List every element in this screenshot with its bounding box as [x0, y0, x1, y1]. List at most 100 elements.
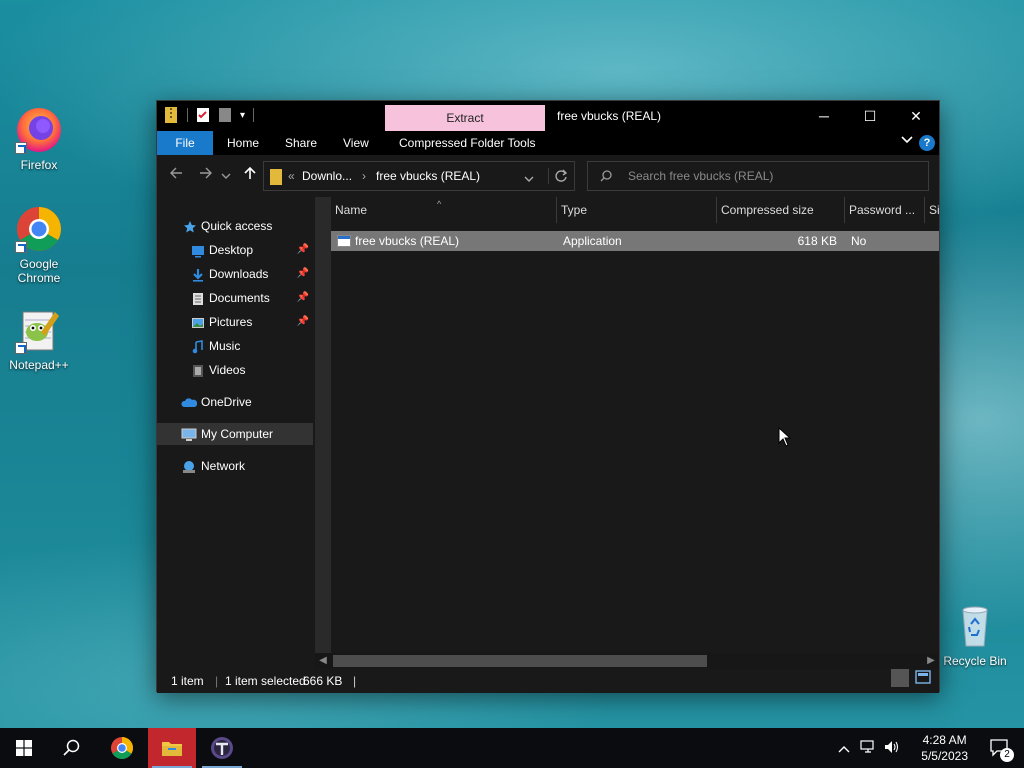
chrome-icon — [15, 205, 63, 253]
scroll-right-icon[interactable]: ▶ — [923, 653, 939, 669]
notification-badge: 2 — [1000, 748, 1014, 762]
column-header-compressed-size[interactable]: Compressed size — [717, 197, 845, 223]
pin-icon: 📌 — [296, 244, 309, 255]
computer-icon — [181, 427, 197, 441]
nav-videos[interactable]: Videos — [157, 359, 313, 381]
file-password: No — [851, 234, 867, 248]
system-tray — [838, 728, 900, 768]
tab-home[interactable]: Home — [217, 131, 269, 155]
column-header-password[interactable]: Password ... — [845, 197, 925, 223]
taskbar-chrome[interactable] — [98, 728, 146, 768]
zip-folder-icon — [165, 107, 179, 123]
recycle-bin-icon — [951, 602, 999, 650]
taskbar-app[interactable] — [198, 728, 246, 768]
show-hidden-icons-icon[interactable] — [838, 741, 850, 756]
nav-onedrive[interactable]: OneDrive — [157, 391, 313, 413]
desktop-icon-firefox[interactable]: Firefox — [1, 106, 77, 172]
desktop-folder-icon — [191, 243, 205, 258]
help-icon[interactable]: ? — [919, 135, 935, 151]
documents-icon — [191, 291, 205, 305]
customize-qat-icon[interactable]: ▾ — [240, 110, 245, 121]
breadcrumb-separator-icon: › — [362, 169, 366, 183]
nav-my-computer[interactable]: My Computer — [157, 423, 313, 445]
desktop-icon-chrome[interactable]: Google Chrome — [1, 205, 77, 285]
taskbar: 4:28 AM 5/5/2023 2 — [0, 728, 1024, 768]
address-dropdown-icon[interactable] — [524, 172, 534, 186]
nav-label: Downloads — [209, 267, 269, 281]
address-bar[interactable]: « Downlo... › free vbucks (REAL) — [263, 161, 575, 191]
nav-label: Documents — [209, 291, 270, 305]
taskbar-clock[interactable]: 4:28 AM 5/5/2023 — [921, 732, 968, 764]
tab-file[interactable]: File — [157, 131, 213, 155]
up-button[interactable] — [239, 166, 261, 186]
properties-icon[interactable] — [196, 107, 210, 123]
tab-view[interactable]: View — [333, 131, 379, 155]
download-icon — [191, 267, 205, 282]
column-header-size[interactable]: Si — [925, 197, 939, 223]
search-icon — [600, 170, 612, 182]
sort-ascending-icon: ^ — [437, 199, 442, 209]
pane-splitter[interactable] — [315, 197, 331, 661]
new-folder-icon[interactable] — [218, 107, 232, 123]
horizontal-scrollbar[interactable]: ◀ ▶ — [315, 653, 939, 669]
scroll-left-icon[interactable]: ◀ — [315, 653, 331, 669]
breadcrumb-downloads[interactable]: Downlo... — [302, 162, 352, 190]
back-button[interactable] — [165, 166, 187, 186]
nav-label: My Computer — [201, 427, 274, 441]
close-button[interactable]: ✕ — [893, 101, 939, 131]
table-row[interactable]: free vbucks (REAL) Application 618 KB No — [331, 231, 939, 251]
column-header-name[interactable]: ^ Name — [331, 197, 557, 223]
context-tab-extract[interactable]: Extract — [385, 105, 545, 131]
desktop-icon-label: Firefox — [20, 158, 58, 172]
status-size: 666 KB — [303, 674, 343, 688]
maximize-button[interactable]: ☐ — [847, 101, 893, 131]
search-box[interactable]: Search free vbucks (REAL) — [587, 161, 929, 191]
large-icons-view-icon[interactable] — [915, 669, 933, 687]
tab-compressed-folder-tools[interactable]: Compressed Folder Tools — [389, 131, 546, 155]
taskbar-file-explorer[interactable] — [148, 728, 196, 768]
file-list: ^ Name Type Compressed size Password ...… — [331, 197, 939, 661]
nav-downloads[interactable]: Downloads 📌 — [157, 263, 313, 285]
window-title: free vbucks (REAL) — [557, 109, 662, 123]
desktop-icon-label: Google Chrome — [17, 257, 61, 285]
desktop-icon-label: Notepad++ — [9, 358, 69, 372]
desktop-icon-notepadpp[interactable]: Notepad++ — [1, 306, 77, 372]
desktop-icon-recycle-bin[interactable]: Recycle Bin — [937, 602, 1013, 668]
nav-documents[interactable]: Documents 📌 — [157, 287, 313, 309]
forward-button[interactable] — [195, 166, 217, 186]
search-button[interactable] — [48, 728, 96, 768]
nav-quick-access[interactable]: Quick access — [157, 215, 313, 237]
file-type: Application — [563, 234, 622, 248]
videos-icon — [191, 363, 205, 377]
expand-ribbon-icon[interactable] — [901, 135, 913, 148]
action-center-button[interactable]: 2 — [976, 728, 1024, 768]
nav-desktop[interactable]: Desktop 📌 — [157, 239, 313, 261]
network-status-icon[interactable] — [860, 739, 876, 757]
start-button[interactable] — [0, 728, 48, 768]
nav-music[interactable]: Music — [157, 335, 313, 357]
up-arrow-icon — [244, 166, 256, 179]
nav-pictures[interactable]: Pictures 📌 — [157, 311, 313, 333]
nav-network[interactable]: Network — [157, 455, 313, 477]
file-explorer-icon — [162, 742, 182, 756]
pin-icon: 📌 — [296, 268, 309, 279]
tab-share[interactable]: Share — [275, 131, 327, 155]
quick-access-toolbar: ▾ — [165, 107, 255, 123]
pin-icon: 📌 — [296, 292, 309, 303]
recent-locations-button[interactable] — [219, 166, 233, 186]
breadcrumb-current[interactable]: free vbucks (REAL) — [376, 162, 480, 190]
refresh-icon[interactable] — [554, 169, 568, 186]
breadcrumb-overflow[interactable]: « — [288, 162, 295, 190]
navigation-pane: Quick access Desktop 📌 Downloads 📌 Docum… — [157, 197, 315, 661]
clock-time: 4:28 AM — [922, 733, 967, 747]
column-header-type[interactable]: Type — [557, 197, 717, 223]
status-bar: 1 item | 1 item selected 666 KB | — [157, 669, 939, 693]
scrollbar-thumb[interactable] — [333, 655, 707, 667]
details-view-icon[interactable] — [891, 669, 909, 687]
minimize-button[interactable]: ─ — [801, 101, 847, 131]
explorer-window: ▾ Extract free vbucks (REAL) ─ ☐ ✕ File … — [156, 100, 940, 693]
nav-label: Music — [209, 339, 241, 353]
pin-icon: 📌 — [296, 316, 309, 327]
star-icon — [183, 219, 197, 233]
volume-icon[interactable] — [884, 740, 900, 757]
